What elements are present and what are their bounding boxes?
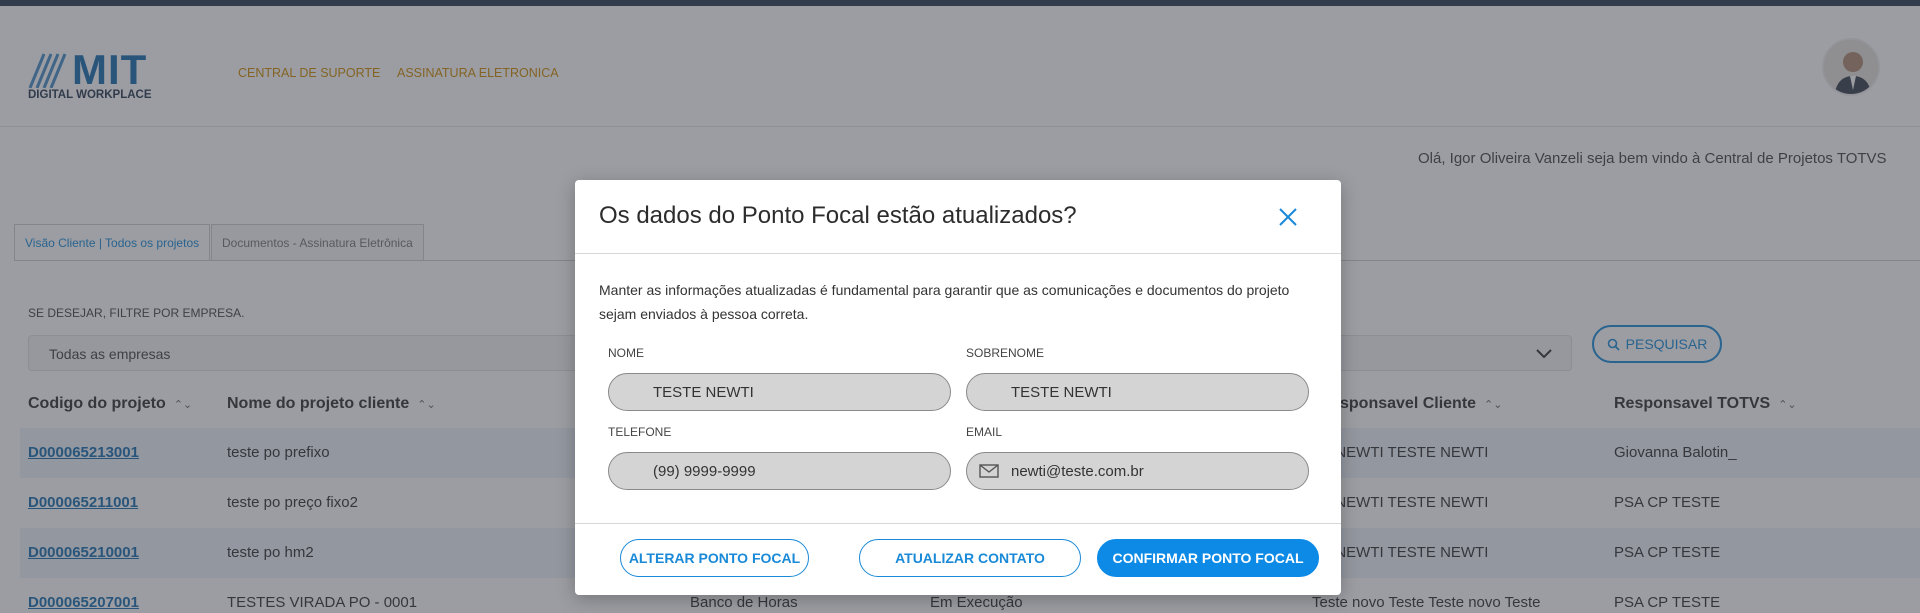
telefone-label: TELEFONE bbox=[608, 425, 672, 439]
dialog-title: Os dados do Ponto Focal estão atualizado… bbox=[599, 202, 1077, 229]
alterar-ponto-focal-button[interactable]: ALTERAR PONTO FOCAL bbox=[620, 539, 809, 577]
dialog-description: Manter as informações atualizadas é fund… bbox=[599, 282, 1290, 322]
mail-icon bbox=[979, 464, 999, 478]
telefone-field[interactable]: (99) 9999-9999 bbox=[608, 452, 951, 490]
nome-field[interactable]: TESTE NEWTI bbox=[608, 373, 951, 411]
ponto-focal-dialog: Os dados do Ponto Focal estão atualizado… bbox=[575, 180, 1341, 595]
sobrenome-label: SOBRENOME bbox=[966, 346, 1045, 360]
close-icon[interactable] bbox=[1275, 204, 1301, 230]
dialog-header-divider bbox=[575, 253, 1341, 254]
dialog-footer-divider bbox=[575, 523, 1341, 524]
email-value: newti@teste.com.br bbox=[1011, 462, 1144, 480]
sobrenome-field[interactable]: TESTE NEWTI bbox=[966, 373, 1309, 411]
atualizar-contato-button[interactable]: ATUALIZAR CONTATO bbox=[859, 539, 1081, 577]
email-field[interactable]: newti@teste.com.br bbox=[966, 452, 1309, 490]
nome-label: NOME bbox=[608, 346, 644, 360]
confirmar-ponto-focal-button[interactable]: CONFIRMAR PONTO FOCAL bbox=[1097, 539, 1319, 577]
email-label: EMAIL bbox=[966, 425, 1003, 439]
